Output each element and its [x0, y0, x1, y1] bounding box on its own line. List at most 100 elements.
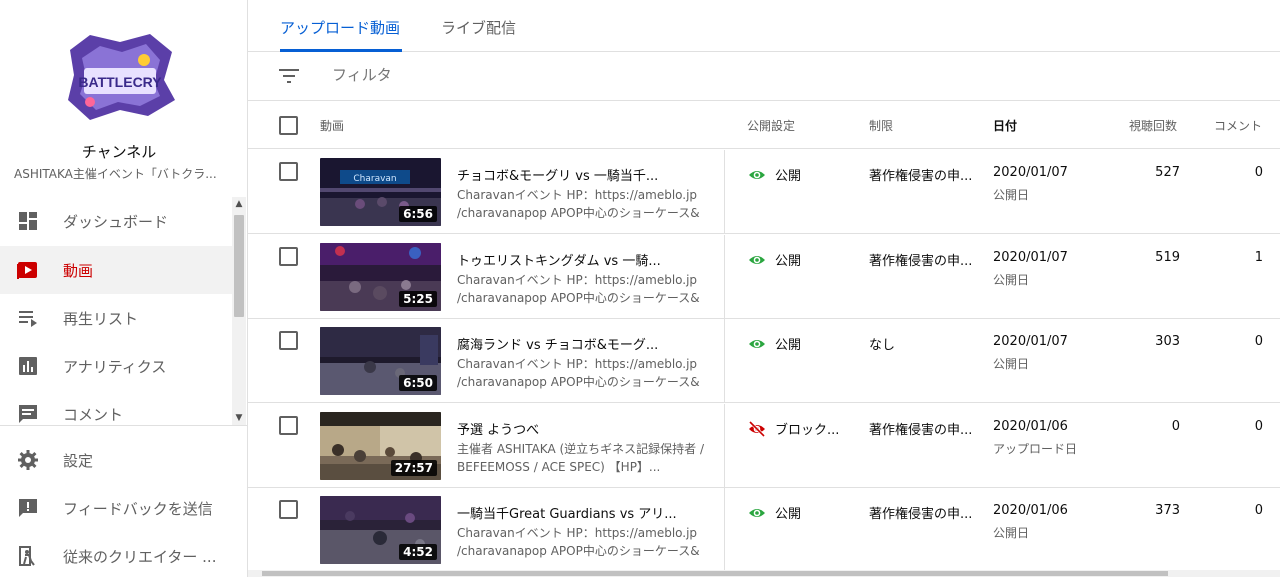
sidebar-item-playlists[interactable]: 再生リスト [0, 294, 232, 342]
sidebar-item-analytics[interactable]: アナリティクス [0, 342, 232, 390]
scroll-up-arrow[interactable]: ▲ [232, 197, 246, 211]
video-description-line: /charavanapop APOP中心のショーケース&ミ... [457, 375, 700, 389]
column-header-views[interactable]: 視聴回数 [1129, 117, 1177, 134]
row-checkbox[interactable] [279, 416, 298, 435]
channel-name[interactable]: ASHITAKA主催イベント「バトクラ... [14, 165, 234, 182]
video-title[interactable]: 腐海ランド vs チョコボ&モーグ... [457, 334, 677, 353]
video-title[interactable]: チョコボ&モーグリ vs 一騎当千... [457, 165, 677, 184]
visibility-label: 公開 [775, 254, 802, 269]
sidebar-item-feedback[interactable]: フィードバックを送信 [0, 484, 232, 532]
scrollbar-thumb[interactable] [234, 215, 244, 317]
restriction-label[interactable]: 著作権侵害の申... [869, 250, 972, 269]
sidebar-item-comments[interactable]: コメント [0, 390, 232, 425]
row-checkbox[interactable] [279, 162, 298, 181]
date-value: 2020/01/07 [993, 250, 1068, 265]
visibility-cell[interactable]: ブロック... [748, 419, 839, 438]
scrollbar-thumb[interactable] [262, 571, 1168, 576]
eye-icon [749, 170, 765, 179]
video-duration: 5:25 [399, 291, 437, 307]
table-row[interactable]: Charavan 6:56 チョコボ&モーグリ vs 一騎当千... Chara… [248, 150, 1280, 234]
column-header-visibility: 公開設定 [747, 119, 796, 133]
comments-count: 0 [1254, 334, 1263, 349]
video-description-line: /charavanapop APOP中心のショーケース&ミ... [457, 291, 700, 305]
sidebar-item-label: アナリティクス [63, 358, 167, 376]
video-thumbnail[interactable]: 5:25 [320, 243, 441, 311]
playlist-icon [17, 307, 39, 329]
video-description-line: Charavanイベント HP：https://ameblo.jp [457, 526, 698, 540]
video-title[interactable]: 一騎当千Great Guardians vs アリ... [457, 503, 677, 522]
tab-uploads[interactable]: アップロード動画 [280, 17, 400, 38]
dashboard-icon [17, 210, 39, 232]
video-title[interactable]: 予選 ようつべ [457, 419, 677, 438]
visibility-cell[interactable]: 公開 [748, 334, 801, 353]
row-checkbox[interactable] [279, 500, 298, 519]
sidebar-item-dashboard[interactable]: ダッシュボード [0, 197, 232, 245]
sidebar-item-settings[interactable]: 設定 [0, 436, 232, 484]
sidebar-item-videos[interactable]: 動画 [0, 246, 232, 294]
row-checkbox[interactable] [279, 331, 298, 350]
restriction-label: なし [869, 338, 896, 353]
video-title[interactable]: トゥエリストキングダム vs 一騎... [457, 250, 677, 269]
date-value: 2020/01/06 [993, 503, 1068, 518]
video-icon [17, 259, 39, 281]
date-type: 公開日 [993, 357, 1030, 371]
column-header-date[interactable]: 日付 [993, 117, 1017, 134]
video-thumbnail[interactable]: 27:57 [320, 412, 441, 480]
filter-icon[interactable] [279, 69, 299, 83]
views-count: 373 [1155, 503, 1180, 518]
video-description-line: /charavanapop APOP中心のショーケース&ミ... [457, 544, 700, 558]
video-description-line: /charavanapop APOP中心のショーケース&ミ... [457, 206, 700, 220]
main-content: アップロード動画 ライブ配信 動画 公開設定 制限 日付 視聴回数 コメント C… [248, 0, 1280, 577]
video-duration: 4:52 [399, 544, 437, 560]
restriction-label[interactable]: 著作権侵害の申... [869, 419, 972, 438]
tab-bar: アップロード動画 ライブ配信 [248, 0, 1280, 52]
visibility-cell[interactable]: 公開 [748, 503, 801, 522]
sidebar-scrollbar[interactable]: ▲ ▼ [232, 197, 246, 425]
horizontal-scrollbar[interactable] [248, 570, 1280, 577]
video-duration: 6:56 [399, 206, 437, 222]
comments-count: 0 [1254, 165, 1263, 180]
video-description-line: 主催者 ASHITAKA (逆立ちギネス記録保持者 / [457, 442, 705, 456]
sidebar-item-label: 設定 [63, 452, 94, 470]
tab-live[interactable]: ライブ配信 [441, 17, 516, 38]
table-row[interactable]: 4:52 一騎当千Great Guardians vs アリ... Charav… [248, 488, 1280, 572]
video-thumbnail[interactable]: 6:50 [320, 327, 441, 395]
sidebar-item-label: ダッシュボード [63, 213, 169, 231]
visibility-label: 公開 [775, 169, 802, 184]
comment-icon [17, 403, 39, 425]
visibility-cell[interactable]: 公開 [748, 165, 801, 184]
video-thumbnail[interactable]: Charavan 6:56 [320, 158, 441, 226]
column-header-comments[interactable]: コメント [1214, 117, 1262, 134]
visibility-cell[interactable]: 公開 [748, 250, 801, 269]
table-row[interactable]: 27:57 予選 ようつべ 主催者 ASHITAKA (逆立ちギネス記録保持者 … [248, 404, 1280, 488]
restriction-label[interactable]: 著作権侵害の申... [869, 165, 972, 184]
column-separator [724, 404, 725, 488]
table-row[interactable]: 6:50 腐海ランド vs チョコボ&モーグ... Charavanイベント H… [248, 319, 1280, 403]
sidebar: BATTLECRY チャンネル ASHITAKA主催イベント「バトクラ... ダ… [0, 0, 248, 577]
channel-title: チャンネル [81, 143, 157, 161]
sidebar-divider [0, 425, 248, 426]
eye-icon [749, 255, 765, 264]
filter-input[interactable] [332, 66, 632, 84]
date-value: 2020/01/07 [993, 165, 1068, 180]
video-duration: 27:57 [390, 460, 437, 476]
date-type: 公開日 [993, 188, 1030, 202]
date-value: 2020/01/06 [993, 419, 1068, 434]
sidebar-item-label: 再生リスト [63, 310, 139, 328]
svg-text:Charavan: Charavan [353, 174, 396, 184]
select-all-checkbox[interactable] [279, 116, 298, 135]
video-description: Charavanイベント HP：https://ameblo.jp/charav… [457, 271, 719, 309]
table-row[interactable]: 5:25 トゥエリストキングダム vs 一騎... Charavanイベント H… [248, 235, 1280, 319]
column-separator [724, 235, 725, 319]
logo-text: BATTLECRY [78, 74, 162, 90]
restriction-label[interactable]: 著作権侵害の申... [869, 503, 972, 522]
video-description: Charavanイベント HP：https://ameblo.jp/charav… [457, 186, 719, 224]
video-thumbnail[interactable]: 4:52 [320, 496, 441, 564]
channel-logo[interactable]: BATTLECRY [60, 30, 178, 122]
column-separator [724, 488, 725, 572]
sidebar-item-classic-studio[interactable]: 従来のクリエイター ... [0, 532, 232, 577]
column-header-video: 動画 [320, 119, 345, 133]
row-checkbox[interactable] [279, 247, 298, 266]
scroll-down-arrow[interactable]: ▼ [232, 411, 246, 425]
views-count: 0 [1171, 419, 1180, 434]
